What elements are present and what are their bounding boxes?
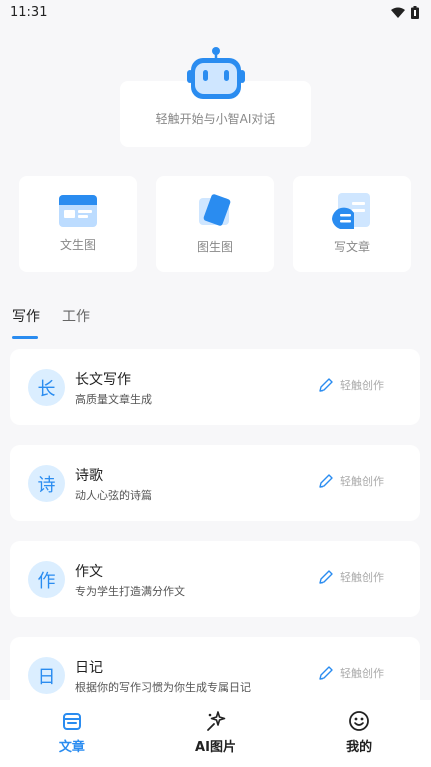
smiley-icon [349,711,370,731]
image-to-image-icon [199,194,231,226]
nav-label: 文章 [58,740,85,755]
item-subtitle: 高质量文章生成 [75,393,152,406]
list-item-essay[interactable]: 作 作文 专为学生打造满分作文 轻触创作 [10,541,420,617]
create-label: 轻触创作 [340,571,384,584]
create-label: 轻触创作 [340,379,384,392]
tool-label: 文生图 [59,238,96,252]
create-label: 轻触创作 [340,475,384,488]
tool-label: 图生图 [196,240,233,254]
status-icons [391,5,419,19]
item-subtitle: 专为学生打造满分作文 [75,585,185,598]
item-title: 日记 [75,660,103,676]
item-title: 长文写作 [75,372,131,388]
item-badge: 作 [28,561,65,598]
item-title: 作文 [75,564,103,580]
pencil-icon [319,570,333,584]
nav-item-profile[interactable]: 我的 [287,700,431,767]
tab-label: 写作 [12,309,40,325]
article-icon [62,713,81,730]
tab-writing[interactable]: 写作 [12,306,40,339]
item-title: 诗歌 [75,468,103,484]
tool-label: 写文章 [333,240,370,254]
item-badge: 日 [28,657,65,694]
robot-icon[interactable] [187,46,245,102]
sparkle-image-icon [206,711,225,731]
bottom-navigation: 文章 AI图片 我的 [0,700,431,767]
create-label: 轻触创作 [340,667,384,680]
category-tabs: 写作 工作 [12,306,90,339]
pencil-icon [319,474,333,488]
chat-prompt-text: 轻触开始与小智AI对话 [155,111,276,126]
tool-card-text-to-image[interactable]: 文生图 [19,176,137,272]
create-button[interactable]: 轻触创作 [318,665,384,681]
item-subtitle: 动人心弦的诗篇 [75,489,152,502]
wifi-icon [391,7,405,18]
create-button[interactable]: 轻触创作 [318,473,384,489]
tab-work[interactable]: 工作 [62,306,90,326]
nav-label: AI图片 [195,740,236,755]
pencil-icon [319,666,333,680]
nav-item-articles[interactable]: 文章 [0,700,144,767]
tool-card-write-article[interactable]: 写文章 [293,176,411,272]
nav-label: 我的 [346,740,373,755]
pencil-icon [319,378,333,392]
item-subtitle: 根据你的写作习惯为你生成专属日记 [75,681,251,694]
write-article-icon [332,193,370,229]
tab-label: 工作 [62,309,90,325]
list-item-long-article[interactable]: 长 长文写作 高质量文章生成 轻触创作 [10,349,420,425]
create-button[interactable]: 轻触创作 [318,377,384,393]
nav-item-ai-images[interactable]: AI图片 [144,700,288,767]
battery-icon [411,5,419,19]
active-tab-indicator [12,336,38,339]
create-button[interactable]: 轻触创作 [318,569,384,585]
item-badge: 长 [28,369,65,406]
tool-card-image-to-image[interactable]: 图生图 [156,176,274,272]
text-to-image-icon [59,195,97,227]
status-bar: 11:31 [0,0,431,24]
status-time: 11:31 [10,4,48,20]
item-badge: 诗 [28,465,65,502]
list-item-poetry[interactable]: 诗 诗歌 动人心弦的诗篇 轻触创作 [10,445,420,521]
